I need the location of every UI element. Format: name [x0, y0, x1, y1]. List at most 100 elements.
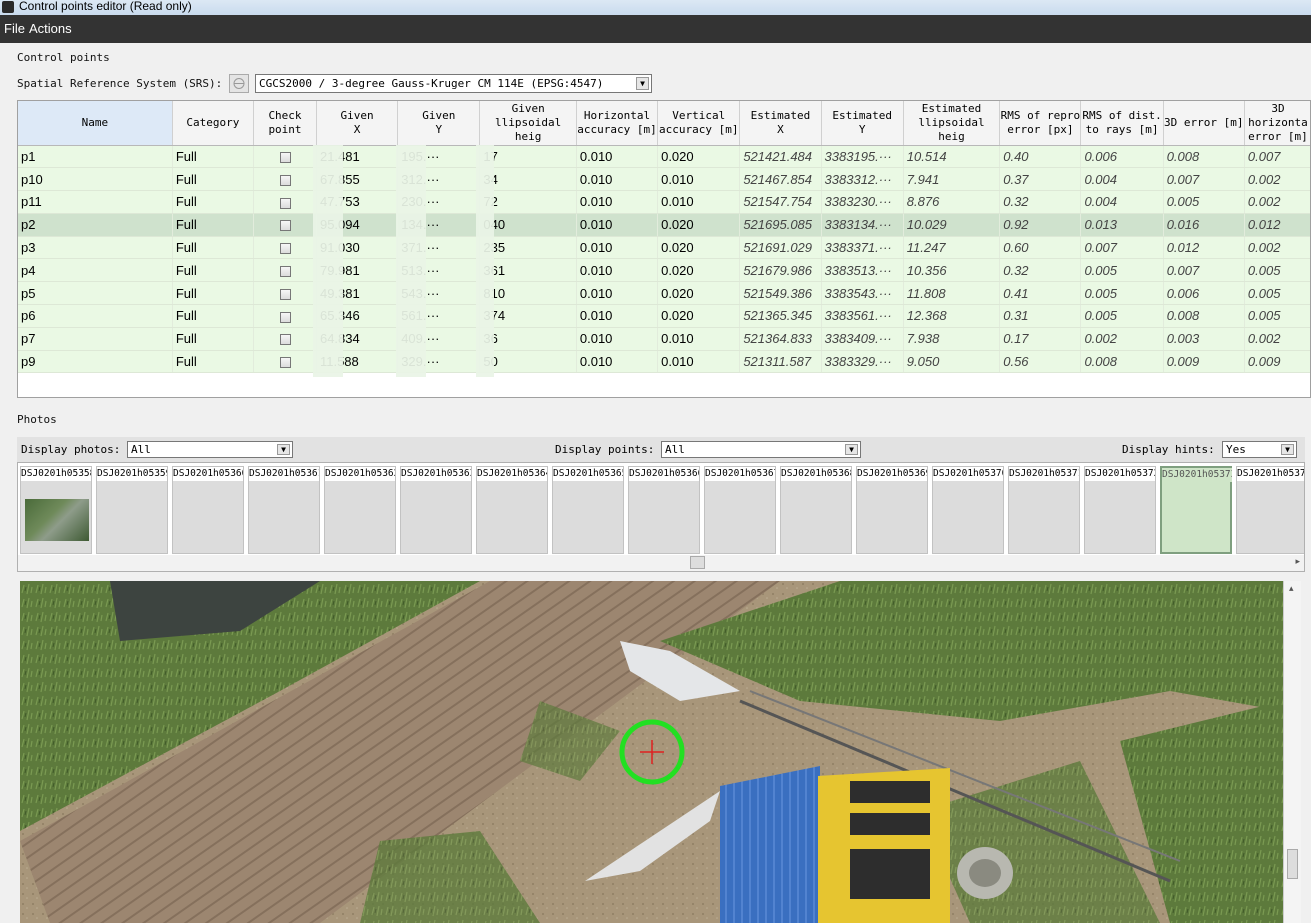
check-point-checkbox[interactable] — [279, 243, 291, 255]
display-hints-select[interactable]: Yes ▼ — [1222, 441, 1297, 458]
photo-thumbnail[interactable]: DSJ0201h05358 — [20, 466, 92, 554]
table-cell: 521421.484 — [739, 145, 822, 169]
photo-viewer[interactable] — [20, 581, 1283, 923]
photo-thumbnail[interactable]: DSJ0201h05359 — [96, 466, 168, 554]
table-cell: 0.56 — [999, 350, 1082, 374]
photo-thumbnail-label: DSJ0201h05359 — [97, 467, 167, 481]
column-header[interactable]: Estimated llipsoidal heig — [903, 101, 1001, 146]
menu-actions[interactable]: Actions — [29, 21, 72, 36]
table-cell: 0.92 — [999, 213, 1082, 237]
photo-thumbnail[interactable]: DSJ0201h05362 — [324, 466, 396, 554]
table-cell: 11.808 — [903, 281, 1001, 306]
column-header[interactable]: Estimated X — [739, 101, 822, 146]
table-row[interactable]: p4Full79.981513.···3610.0100.020521679.9… — [18, 258, 1310, 283]
check-point-checkbox[interactable] — [279, 311, 291, 323]
menu-file[interactable]: File — [4, 21, 25, 36]
column-header[interactable]: 3D horizonta error [m] — [1244, 101, 1310, 146]
photo-thumbnail[interactable]: DSJ0201h05368 — [780, 466, 852, 554]
column-header[interactable]: Estimated Y — [821, 101, 904, 146]
photo-thumbnail[interactable]: DSJ0201h05360 — [172, 466, 244, 554]
table-cell: 3383134.··· — [821, 213, 904, 237]
column-header[interactable]: Name — [18, 101, 173, 146]
blur-overlay — [476, 145, 494, 377]
table-cell: 0.012 — [1163, 236, 1245, 260]
photo-thumbnail-label: DSJ0201h05367 — [705, 467, 775, 481]
check-point-checkbox[interactable] — [279, 220, 291, 232]
chevron-up-icon[interactable]: ▴ — [1289, 583, 1294, 594]
check-point-cell — [253, 350, 317, 374]
column-header[interactable]: Category — [172, 101, 255, 146]
table-cell: 235 — [479, 236, 577, 260]
photo-thumbnail-label: DSJ0201h05371 — [1009, 467, 1079, 481]
column-header[interactable]: 3D error [m] — [1163, 101, 1245, 146]
table-row[interactable]: p3Full91.030371.···2350.0100.020521691.0… — [18, 236, 1310, 260]
scrollbar-thumb[interactable] — [1287, 849, 1298, 879]
table-cell: 34 — [479, 167, 577, 192]
photo-thumbnail[interactable]: DSJ0201h05367 — [704, 466, 776, 554]
column-header[interactable]: RMS of repro error [px] — [999, 101, 1082, 146]
table-row[interactable]: p5Full49.381543.···8100.0100.020521549.3… — [18, 281, 1310, 306]
photo-thumbnail[interactable]: DSJ0201h05365 — [552, 466, 624, 554]
check-point-cell — [253, 190, 317, 214]
photo-thumbnail[interactable]: DSJ0201h05373 — [1160, 466, 1232, 554]
check-point-cell — [253, 167, 317, 192]
table-row[interactable]: p7Full64.834409.···360.0100.010521364.83… — [18, 327, 1310, 351]
table-cell: 0.020 — [657, 281, 741, 306]
column-header[interactable]: RMS of dist. to rays [m] — [1080, 101, 1164, 146]
srs-select[interactable]: CGCS2000 / 3-degree Gauss-Kruger CM 114E… — [255, 74, 652, 93]
photo-thumbnail[interactable]: DSJ0201h05371 — [1008, 466, 1080, 554]
column-header[interactable]: Horizontal accuracy [m] — [576, 101, 659, 146]
column-header[interactable]: Given Y — [397, 101, 481, 146]
thumbnail-scrollbar[interactable]: ▸ — [18, 555, 1304, 571]
table-cell: 0.005 — [1244, 258, 1310, 283]
table-row[interactable]: p10Full67.855312.···340.0100.010521467.8… — [18, 167, 1310, 192]
control-point-marker[interactable] — [617, 717, 687, 787]
table-cell: 521467.854 — [739, 167, 822, 192]
photo-thumbnail-label: DSJ0201h05365 — [553, 467, 623, 481]
photo-thumbnail[interactable]: DSJ0201h05361 — [248, 466, 320, 554]
table-row[interactable]: p6Full65.346561.···3740.0100.020521365.3… — [18, 304, 1310, 328]
viewer-scrollbar[interactable]: ▴ — [1283, 581, 1301, 923]
column-header[interactable]: Check point — [253, 101, 317, 146]
table-row[interactable]: p11Full47.753230.···720.0100.010521547.7… — [18, 190, 1310, 214]
table-cell: 0.020 — [657, 258, 741, 283]
check-point-checkbox[interactable] — [279, 174, 291, 186]
table-cell: 361 — [479, 258, 577, 283]
display-points-select[interactable]: All ▼ — [661, 441, 861, 458]
display-hints-label: Display hints: — [1122, 443, 1215, 456]
check-point-checkbox[interactable] — [279, 288, 291, 300]
check-point-checkbox[interactable] — [279, 357, 291, 369]
chevron-down-icon: ▼ — [845, 444, 858, 455]
table-cell: 3383312.··· — [821, 167, 904, 192]
table-row[interactable]: p2Full95.094134.···0400.0100.020521695.0… — [18, 213, 1310, 237]
display-hints-value: Yes — [1226, 443, 1246, 456]
photo-thumbnail[interactable]: DSJ0201h05370 — [932, 466, 1004, 554]
table-row[interactable]: p9Full11.588329.···500.0100.010521311.58… — [18, 350, 1310, 374]
srs-picker-button[interactable] — [229, 74, 249, 93]
table-row[interactable]: p1Full21.481195.···170.0100.020521421.48… — [18, 145, 1310, 169]
chevron-right-icon[interactable]: ▸ — [1295, 556, 1300, 567]
table-cell: Full — [172, 236, 255, 260]
photo-thumbnail[interactable]: DSJ0201h05372 — [1084, 466, 1156, 554]
column-header[interactable]: Vertical accuracy [m] — [657, 101, 741, 146]
table-cell: Full — [172, 167, 255, 192]
photo-thumbnail[interactable]: DSJ0201h05364 — [476, 466, 548, 554]
check-point-checkbox[interactable] — [279, 334, 291, 346]
photo-thumbnail[interactable]: DSJ0201h05366 — [628, 466, 700, 554]
table-cell: 0.006 — [1080, 145, 1164, 169]
column-header[interactable]: Given X — [316, 101, 399, 146]
display-photos-select[interactable]: All ▼ — [127, 441, 293, 458]
globe-icon — [233, 78, 245, 89]
photo-thumbnail[interactable]: DSJ0201h05363 — [400, 466, 472, 554]
table-cell: 0.005 — [1244, 281, 1310, 306]
table-cell: 0.003 — [1163, 327, 1245, 351]
check-point-checkbox[interactable] — [279, 151, 291, 163]
photo-thumbnail[interactable]: DSJ0201h05374 — [1236, 466, 1304, 554]
photo-thumbnail[interactable]: DSJ0201h05369 — [856, 466, 928, 554]
scrollbar-thumb[interactable] — [690, 556, 705, 569]
check-point-checkbox[interactable] — [279, 265, 291, 277]
photo-preview — [25, 499, 89, 541]
check-point-cell — [253, 236, 317, 260]
column-header[interactable]: Given llipsoidal heig — [479, 101, 577, 146]
check-point-checkbox[interactable] — [279, 197, 291, 209]
